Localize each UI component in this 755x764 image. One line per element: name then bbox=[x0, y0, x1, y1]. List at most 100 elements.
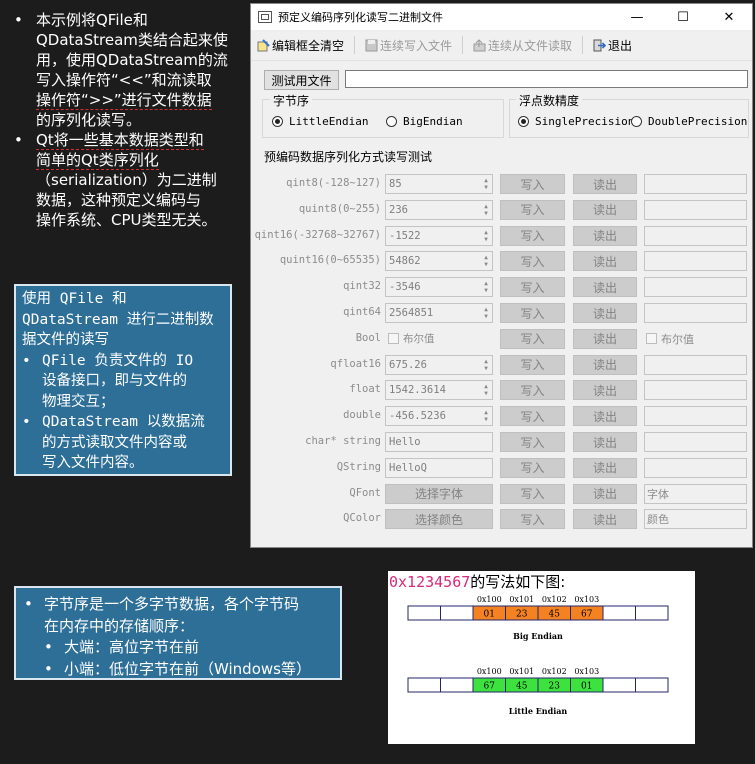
value-input[interactable]: Hello bbox=[385, 432, 493, 452]
write-button[interactable]: 写入 bbox=[500, 483, 565, 504]
write-button[interactable]: 写入 bbox=[500, 277, 565, 298]
big-endian-cell bbox=[407, 605, 441, 621]
write-all-button[interactable]: 连续写入文件 bbox=[359, 30, 458, 60]
write-button[interactable]: 写入 bbox=[500, 328, 565, 349]
bool-checkbox[interactable]: 布尔值 bbox=[385, 329, 496, 349]
write-button[interactable]: 写入 bbox=[500, 251, 565, 272]
app-window: 预定义编码序列化读写二进制文件 — ☐ ✕ 编辑框全清空 连续写入文件 连续从文… bbox=[250, 3, 753, 548]
big-endian-cell bbox=[602, 605, 636, 621]
value-spinbox[interactable]: 675.26 ▲ ▼ bbox=[385, 354, 493, 375]
single-precision-radio[interactable]: SinglePrecision bbox=[518, 115, 634, 128]
byte-value: 45 bbox=[516, 682, 528, 692]
read-button[interactable]: 读出 bbox=[573, 277, 637, 298]
spin-arrows-icon[interactable]: ▲ ▼ bbox=[482, 409, 490, 423]
big-endian-label: Big Endian bbox=[513, 631, 563, 641]
read-button[interactable]: 读出 bbox=[573, 483, 637, 504]
minimize-button[interactable]: — bbox=[614, 4, 660, 30]
close-button[interactable]: ✕ bbox=[706, 4, 752, 30]
spin-arrows-icon[interactable]: ▲ ▼ bbox=[482, 203, 490, 217]
read-button[interactable]: 读出 bbox=[573, 457, 637, 478]
value-spinbox[interactable]: -456.5236 ▲ ▼ bbox=[385, 406, 493, 427]
big-endian-note: • 大端：高位字节在前 bbox=[44, 638, 200, 656]
write-button[interactable]: 写入 bbox=[500, 432, 565, 452]
write-button[interactable]: 写入 bbox=[500, 225, 565, 246]
value-input[interactable]: HelloQ bbox=[385, 457, 493, 478]
choose-font-button[interactable]: 选择字体 bbox=[385, 483, 493, 504]
intro-bullet-2: • Qt将一些基本数据类型和 简单的Qt类序列化 （serialization）… bbox=[14, 131, 217, 229]
read-button[interactable]: 读出 bbox=[573, 406, 637, 427]
bool-output-checkbox[interactable]: 布尔值 bbox=[644, 329, 749, 349]
read-button[interactable]: 读出 bbox=[573, 380, 637, 401]
radio-unchecked-icon bbox=[386, 116, 397, 127]
byte-value: 23 bbox=[549, 682, 561, 692]
field-value: HelloQ bbox=[389, 461, 427, 474]
output-field bbox=[644, 432, 747, 452]
read-button[interactable]: 读出 bbox=[573, 303, 637, 323]
spin-arrows-icon[interactable]: ▲ ▼ bbox=[482, 358, 490, 372]
float-precision-label: 浮点数精度 bbox=[516, 92, 583, 109]
exit-button[interactable]: 退出 bbox=[587, 30, 638, 60]
test-file-path-input[interactable] bbox=[345, 70, 748, 88]
row-label: float bbox=[349, 383, 381, 396]
write-button[interactable]: 写入 bbox=[500, 303, 565, 323]
spin-arrows-icon[interactable]: ▲ ▼ bbox=[482, 280, 490, 294]
row-label: QFont bbox=[349, 486, 381, 499]
spin-arrows-icon[interactable]: ▲ ▼ bbox=[482, 383, 490, 397]
write-button[interactable]: 写入 bbox=[500, 406, 565, 427]
read-button[interactable]: 读出 bbox=[573, 251, 637, 272]
toolbar-separator bbox=[582, 36, 584, 54]
write-button[interactable]: 写入 bbox=[500, 174, 565, 194]
data-row: quint8(0~255) 236 ▲ ▼ 写入 读出 bbox=[251, 199, 754, 220]
little-endian-radio[interactable]: LittleEndian bbox=[272, 115, 368, 128]
read-button[interactable]: 读出 bbox=[573, 432, 637, 452]
spin-arrows-icon[interactable]: ▲ ▼ bbox=[482, 306, 490, 320]
choose-color-button[interactable]: 选择颜色 bbox=[385, 509, 493, 530]
byte-value: 23 bbox=[516, 610, 528, 620]
write-button[interactable]: 写入 bbox=[500, 509, 565, 530]
checkbox-box bbox=[646, 333, 657, 345]
big-endian-radio[interactable]: BigEndian bbox=[386, 115, 463, 128]
write-button[interactable]: 写入 bbox=[500, 380, 565, 401]
data-row: qint32 -3546 ▲ ▼ 写入 读出 bbox=[251, 277, 754, 298]
big-endian-cell bbox=[635, 605, 669, 621]
spin-arrows-icon[interactable]: ▲ ▼ bbox=[482, 229, 490, 243]
output-field bbox=[644, 406, 747, 427]
row-label: char* string bbox=[305, 435, 381, 447]
endian-figure: 0x1234567的写法如下图: 0x100 01 0x101 23 0x102 45 0x… bbox=[388, 571, 695, 744]
read-button[interactable]: 读出 bbox=[573, 225, 637, 246]
field-value: 2564851 bbox=[389, 307, 434, 319]
field-value: Hello bbox=[389, 436, 421, 448]
data-row: qint64 2564851 ▲ ▼ 写入 读出 bbox=[251, 303, 754, 323]
test-file-button[interactable]: 测试用文件 bbox=[264, 70, 339, 90]
qfile-qdatastream-note: 使用 QFile 和 QDataStream 进行二进制数 据文件的读写 • Q… bbox=[14, 284, 232, 476]
read-all-button[interactable]: 连续从文件读取 bbox=[467, 30, 578, 60]
address-label: 0x102 bbox=[542, 595, 567, 604]
data-row: float 1542.3614 ▲ ▼ 写入 读出 bbox=[251, 380, 754, 401]
read-button[interactable]: 读出 bbox=[573, 199, 637, 220]
spin-arrows-icon[interactable]: ▲ ▼ bbox=[482, 177, 490, 191]
double-precision-radio[interactable]: DoublePrecision bbox=[631, 115, 747, 128]
value-spinbox[interactable]: 2564851 ▲ ▼ bbox=[385, 303, 493, 323]
value-spinbox[interactable]: 85 ▲ ▼ bbox=[385, 174, 493, 194]
write-button[interactable]: 写入 bbox=[500, 199, 565, 220]
address-label: 0x102 bbox=[542, 667, 567, 676]
spin-arrows-icon[interactable]: ▲ ▼ bbox=[482, 254, 490, 268]
read-button[interactable]: 读出 bbox=[573, 509, 637, 530]
read-button[interactable]: 读出 bbox=[573, 354, 637, 375]
maximize-button[interactable]: ☐ bbox=[660, 4, 706, 30]
clear-all-button[interactable]: 编辑框全清空 bbox=[251, 30, 350, 60]
byte-value: 01 bbox=[581, 682, 592, 692]
write-button[interactable]: 写入 bbox=[500, 457, 565, 478]
read-button[interactable]: 读出 bbox=[573, 174, 637, 194]
row-label: quint16(0~65535) bbox=[279, 254, 381, 267]
data-row: QColor 选择颜色 写入 读出 颜色 bbox=[251, 509, 754, 530]
little-endian-cell bbox=[407, 677, 441, 693]
write-button[interactable]: 写入 bbox=[500, 354, 565, 375]
read-button[interactable]: 读出 bbox=[573, 328, 637, 349]
data-row: double -456.5236 ▲ ▼ 写入 读出 bbox=[251, 406, 754, 427]
value-spinbox[interactable]: -3546 ▲ ▼ bbox=[385, 277, 493, 298]
value-spinbox[interactable]: 236 ▲ ▼ bbox=[385, 199, 493, 220]
value-spinbox[interactable]: 54862 ▲ ▼ bbox=[385, 251, 493, 272]
value-spinbox[interactable]: 1542.3614 ▲ ▼ bbox=[385, 380, 493, 401]
value-spinbox[interactable]: -1522 ▲ ▼ bbox=[385, 225, 493, 246]
